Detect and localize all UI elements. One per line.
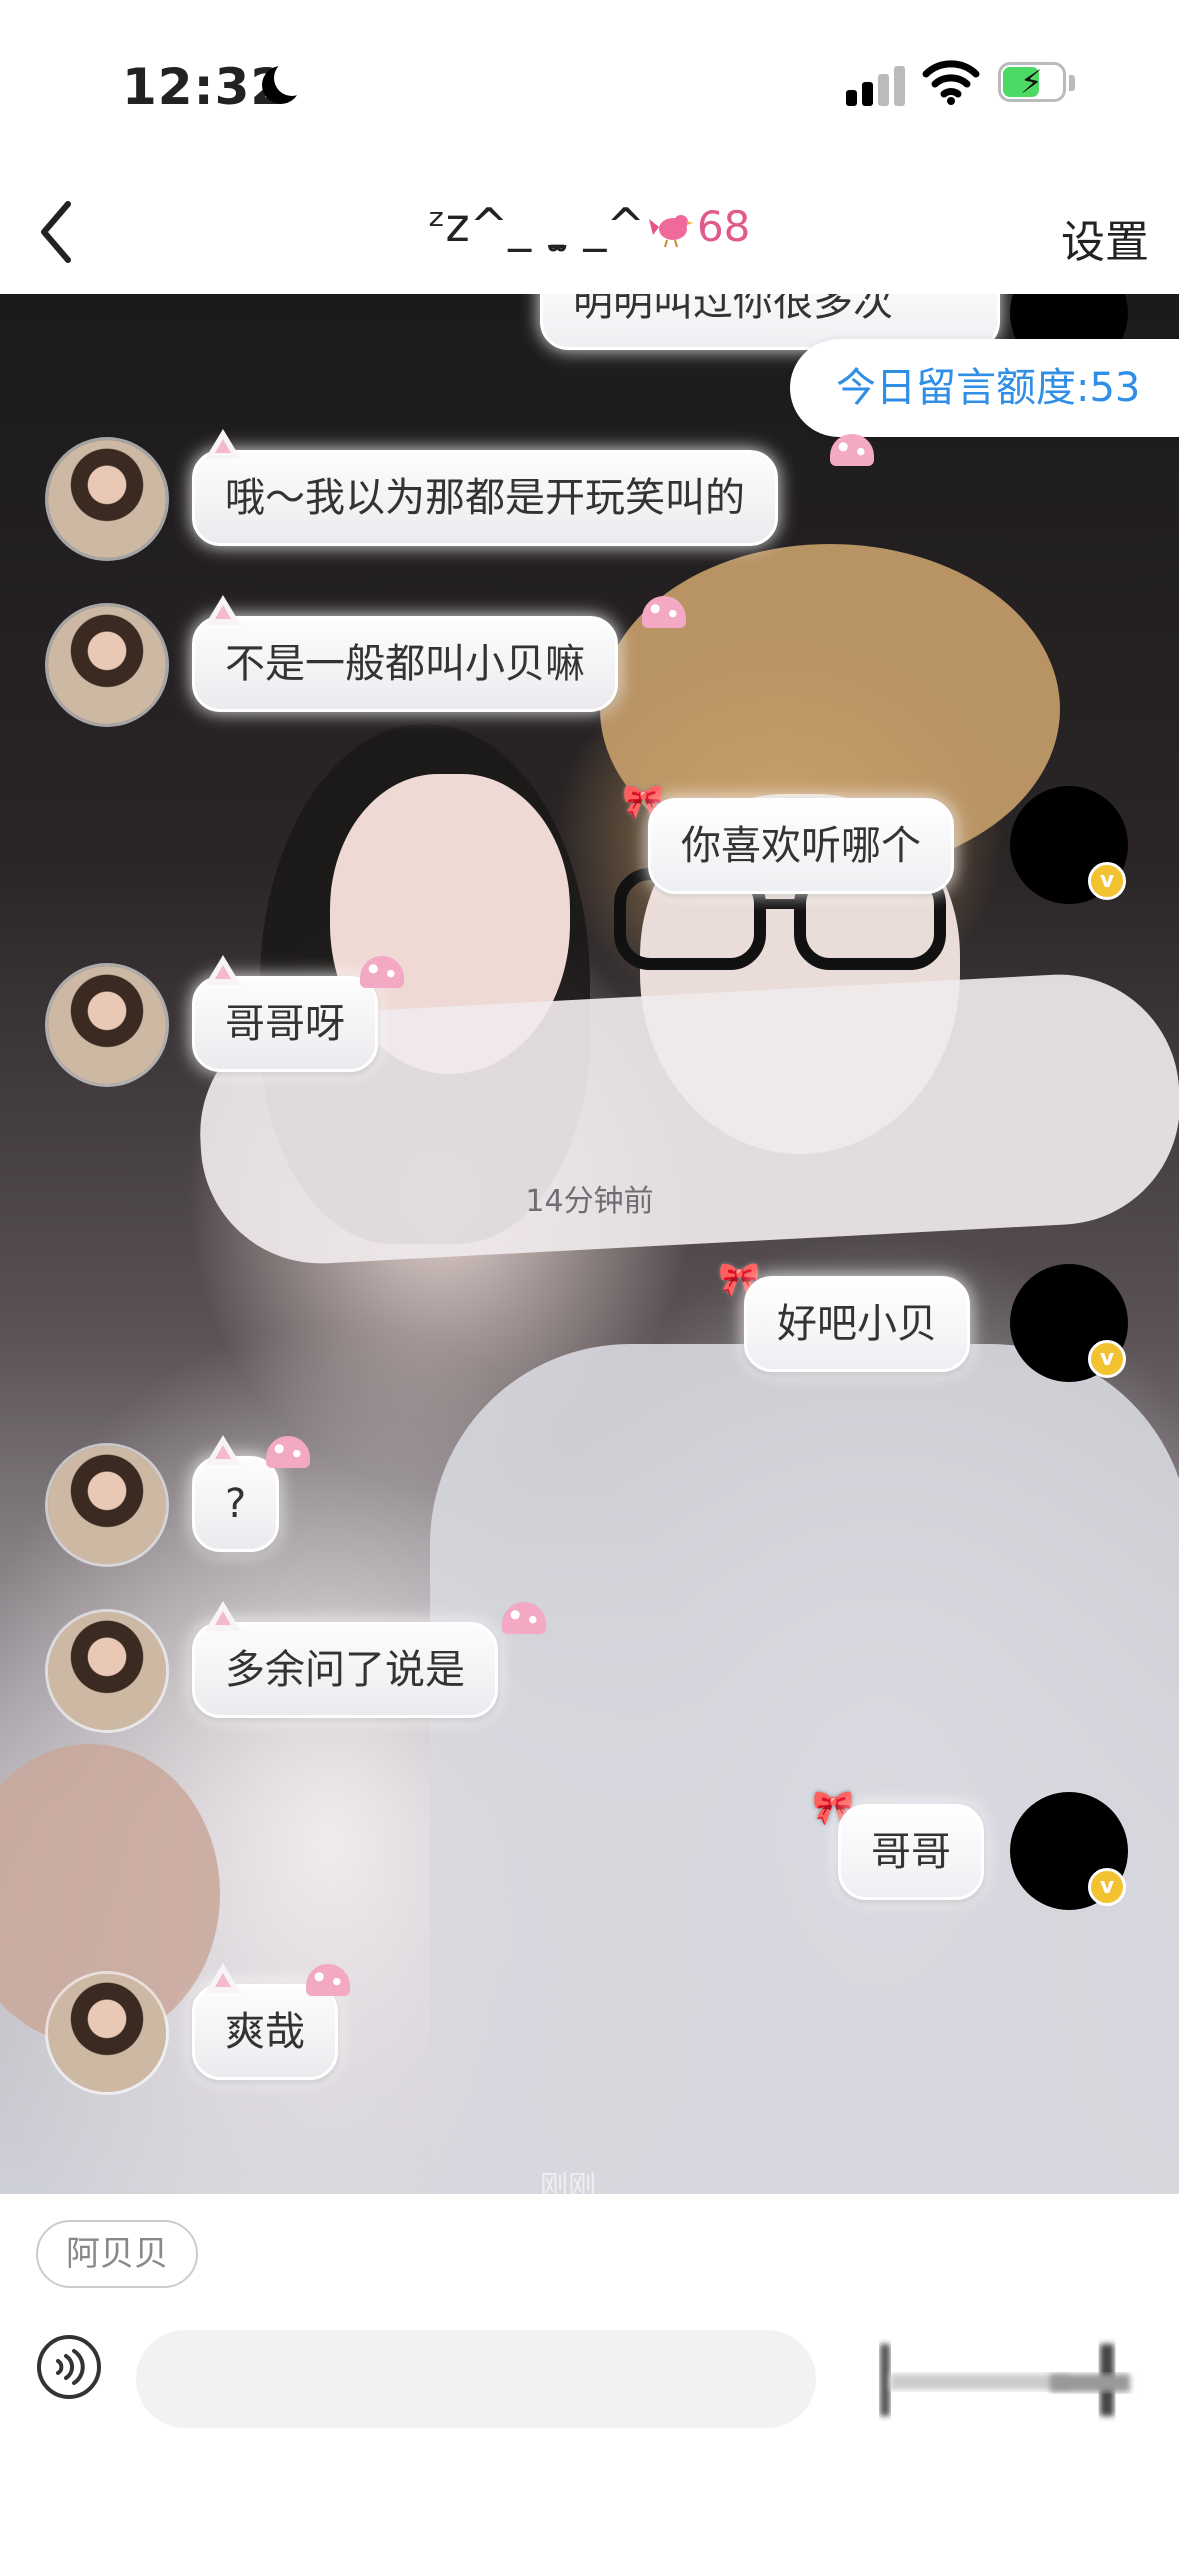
message-text: 哦～我以为那都是开玩笑叫的 <box>225 475 745 521</box>
input-area: 阿贝贝 <box>0 2194 1179 2556</box>
message-bubble[interactable]: 好吧小贝 <box>744 1276 970 1372</box>
message-input[interactable] <box>136 2330 816 2428</box>
avatar[interactable] <box>48 440 166 558</box>
background-photo-shirt <box>430 1344 1179 2194</box>
avatar[interactable] <box>48 966 166 1084</box>
message-text: 你喜欢听哪个 <box>681 823 921 869</box>
status-bar: 12:32 ⚡ <box>0 0 1179 170</box>
chat-title-name: ᶻz^_ ˍ̫ _^ <box>428 198 645 252</box>
message-bubble[interactable]: 多余问了说是 <box>192 1601 498 1718</box>
cat-ear-decoration <box>205 1435 241 1465</box>
cat-ear-decoration <box>205 595 241 625</box>
settings-button[interactable]: 设置 <box>1061 206 1149 270</box>
blurred-send-controls[interactable] <box>850 2334 1150 2424</box>
cat-ear-decoration <box>205 955 241 985</box>
wifi-icon <box>922 60 980 105</box>
avatar[interactable] <box>48 1612 166 1730</box>
message-bubble[interactable]: 哥哥呀 <box>192 955 378 1072</box>
message-bubble[interactable]: ? <box>192 1435 280 1552</box>
cat-ear-decoration <box>205 1963 241 1993</box>
pink-bird-level-icon <box>648 214 693 247</box>
daily-quota-badge: 今日留言额度:53 <box>790 339 1179 437</box>
avatar[interactable] <box>48 1446 166 1564</box>
voice-input-icon[interactable] <box>36 2334 102 2400</box>
vip-badge-icon: v <box>1088 1340 1126 1378</box>
moon-icon <box>262 60 310 104</box>
chat-title: ᶻz^_ ˍ̫ _^ 68 <box>0 198 1179 252</box>
message-text: 明明叫过你很多次 <box>573 294 893 325</box>
vip-badge-icon: v <box>1088 1868 1126 1906</box>
chat-area[interactable]: 明明叫过你很多次 今日留言额度:53 哦～我以为那都是开玩笑叫的 不是一般都叫小… <box>0 294 1179 2194</box>
mushroom-decoration-icon <box>306 1964 350 1996</box>
message-text: 哥哥 <box>871 1829 951 1875</box>
cat-ear-decoration <box>205 1601 241 1631</box>
vip-badge-icon: v <box>1088 862 1126 900</box>
message-bubble[interactable]: 不是一般都叫小贝嘛 <box>192 595 618 712</box>
mushroom-decoration-icon <box>830 434 874 466</box>
nav-bar: ᶻz^_ ˍ̫ _^ 68 设置 <box>0 170 1179 294</box>
message-text: 不是一般都叫小贝嘛 <box>225 641 585 687</box>
battery-charging-icon: ⚡ <box>998 62 1078 104</box>
message-text: 好吧小贝 <box>777 1301 937 1347</box>
message-text: ? <box>225 1481 247 1527</box>
message-timestamp: 14分钟前 <box>525 1184 654 1219</box>
message-bubble[interactable]: 哥哥 <box>838 1804 984 1900</box>
message-text: 多余问了说是 <box>225 1647 465 1693</box>
message-bubble[interactable]: 哦～我以为那都是开玩笑叫的 <box>192 429 778 546</box>
message-text: 爽哉 <box>225 2009 305 2055</box>
message-bubble[interactable]: 你喜欢听哪个 <box>648 798 954 894</box>
avatar[interactable] <box>48 1974 166 2092</box>
mushroom-decoration-icon <box>266 1436 310 1468</box>
latest-timestamp: 刚刚 <box>540 2169 597 2194</box>
quick-tag-chip[interactable]: 阿贝贝 <box>36 2220 198 2288</box>
cellular-signal-icon <box>846 64 906 106</box>
avatar[interactable] <box>48 606 166 724</box>
level-number: 68 <box>696 202 751 251</box>
cat-ear-decoration <box>205 429 241 459</box>
message-bubble[interactable]: 爽哉 <box>192 1963 338 2080</box>
message-text: 哥哥呀 <box>225 1001 345 1047</box>
